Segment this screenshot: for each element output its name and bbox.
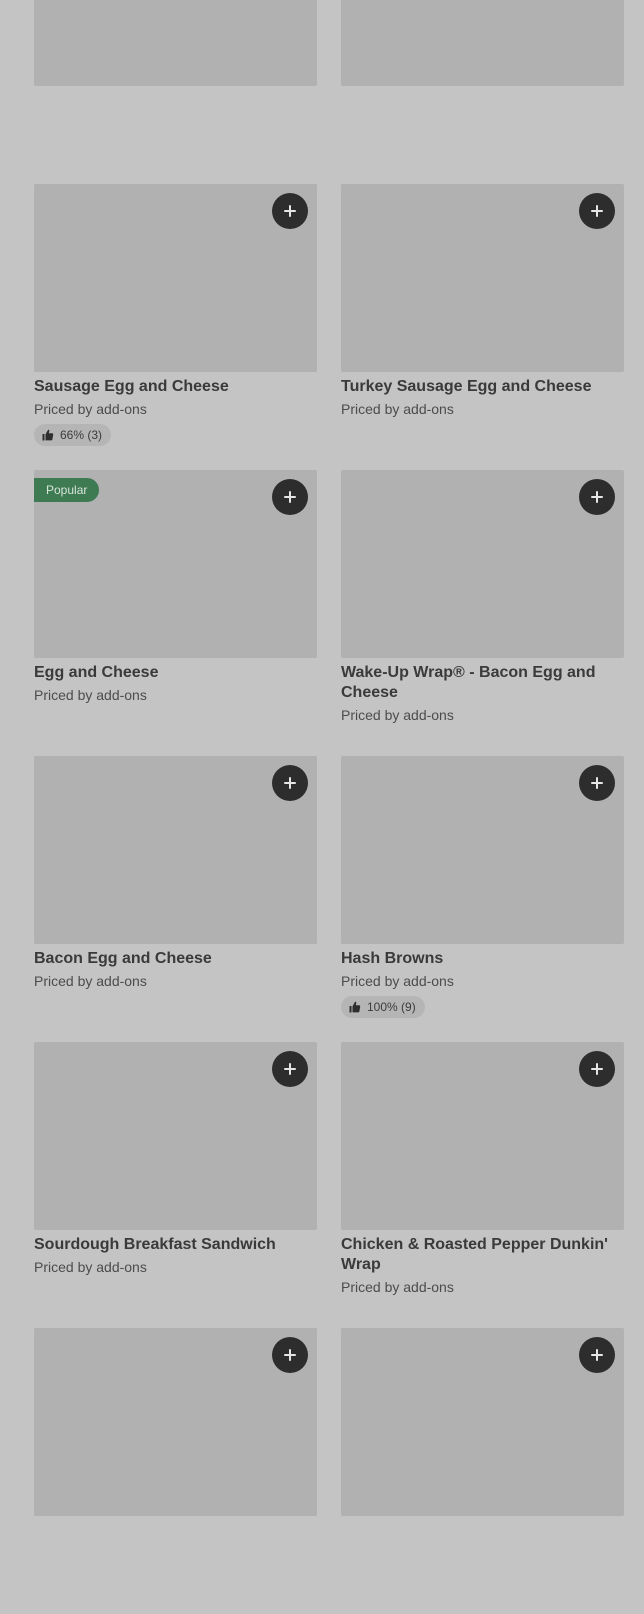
add-item-button[interactable] <box>579 479 615 515</box>
item-price: Priced by add-ons <box>341 1279 454 1295</box>
item-image[interactable] <box>34 756 317 944</box>
item-name[interactable]: Chicken & Roasted Pepper Dunkin' Wrap <box>341 1235 624 1275</box>
plus-icon <box>284 205 296 217</box>
item-image[interactable] <box>341 1328 624 1516</box>
item-image[interactable] <box>341 470 624 658</box>
item-image[interactable] <box>341 184 624 372</box>
add-item-button[interactable] <box>579 1051 615 1087</box>
add-item-button[interactable] <box>272 1337 308 1373</box>
item-image[interactable] <box>34 1042 317 1230</box>
item-price: Priced by add-ons <box>34 687 147 703</box>
menu-item-card[interactable]: Chicken & Roasted Pepper Dunkin' Wrap Pr… <box>341 1042 624 1328</box>
item-image[interactable] <box>341 756 624 944</box>
item-name[interactable]: Turkey Sausage Egg and Cheese <box>341 377 624 397</box>
add-item-button[interactable] <box>272 765 308 801</box>
rating-text: 100% (9) <box>367 1000 416 1014</box>
menu-item-card[interactable]: Sausage Egg and Cheese Priced by add-ons… <box>34 184 317 470</box>
menu-item-grid: Sausage Egg and Cheese Priced by add-ons… <box>34 0 624 1614</box>
add-item-button[interactable] <box>579 765 615 801</box>
plus-icon <box>591 205 603 217</box>
item-image[interactable] <box>34 184 317 372</box>
menu-item-card[interactable]: Turkey Sausage Egg and Cheese Priced by … <box>341 184 624 470</box>
item-name[interactable]: Wake-Up Wrap® - Bacon Egg and Cheese <box>341 663 624 703</box>
item-name[interactable]: Egg and Cheese <box>34 663 317 683</box>
item-name[interactable]: Bacon Egg and Cheese <box>34 949 317 969</box>
thumbs-up-icon <box>349 1001 361 1013</box>
item-price: Priced by add-ons <box>341 401 454 417</box>
menu-item-card[interactable]: Wake-Up Wrap® - Bacon Egg and Cheese Pri… <box>341 470 624 756</box>
menu-item-card[interactable] <box>341 0 624 184</box>
item-name[interactable]: Sausage Egg and Cheese <box>34 377 317 397</box>
menu-item-card[interactable] <box>341 1328 624 1614</box>
menu-item-card[interactable] <box>34 0 317 184</box>
popular-badge: Popular <box>34 478 100 502</box>
thumbs-up-icon <box>42 429 54 441</box>
menu-item-card[interactable]: Sourdough Breakfast Sandwich Priced by a… <box>34 1042 317 1328</box>
item-price: Priced by add-ons <box>34 973 147 989</box>
item-image[interactable] <box>34 0 317 86</box>
plus-icon <box>591 777 603 789</box>
rating-badge: 66% (3) <box>34 424 112 446</box>
add-item-button[interactable] <box>579 1337 615 1373</box>
rating-badge: 100% (9) <box>341 996 425 1018</box>
item-image[interactable] <box>341 0 624 86</box>
item-name[interactable]: Sourdough Breakfast Sandwich <box>34 1235 317 1255</box>
item-image[interactable] <box>34 1328 317 1516</box>
item-price: Priced by add-ons <box>34 1259 147 1275</box>
plus-icon <box>591 491 603 503</box>
plus-icon <box>284 491 296 503</box>
menu-item-card[interactable] <box>34 1328 317 1614</box>
rating-text: 66% (3) <box>60 428 103 442</box>
plus-icon <box>284 1063 296 1075</box>
item-image[interactable] <box>341 1042 624 1230</box>
item-image[interactable]: Popular <box>34 470 317 658</box>
plus-icon <box>591 1349 603 1361</box>
menu-item-card[interactable]: Bacon Egg and Cheese Priced by add-ons <box>34 756 317 1042</box>
plus-icon <box>284 1349 296 1361</box>
item-price: Priced by add-ons <box>341 707 454 723</box>
plus-icon <box>591 1063 603 1075</box>
item-name[interactable]: Hash Browns <box>341 949 624 969</box>
add-item-button[interactable] <box>272 479 308 515</box>
item-price: Priced by add-ons <box>341 973 454 989</box>
menu-item-card[interactable]: Hash Browns Priced by add-ons 100% (9) <box>341 756 624 1042</box>
add-item-button[interactable] <box>579 193 615 229</box>
menu-item-card[interactable]: Popular Egg and Cheese Priced by add-ons <box>34 470 317 756</box>
plus-icon <box>284 777 296 789</box>
add-item-button[interactable] <box>272 193 308 229</box>
add-item-button[interactable] <box>272 1051 308 1087</box>
item-price: Priced by add-ons <box>34 401 147 417</box>
